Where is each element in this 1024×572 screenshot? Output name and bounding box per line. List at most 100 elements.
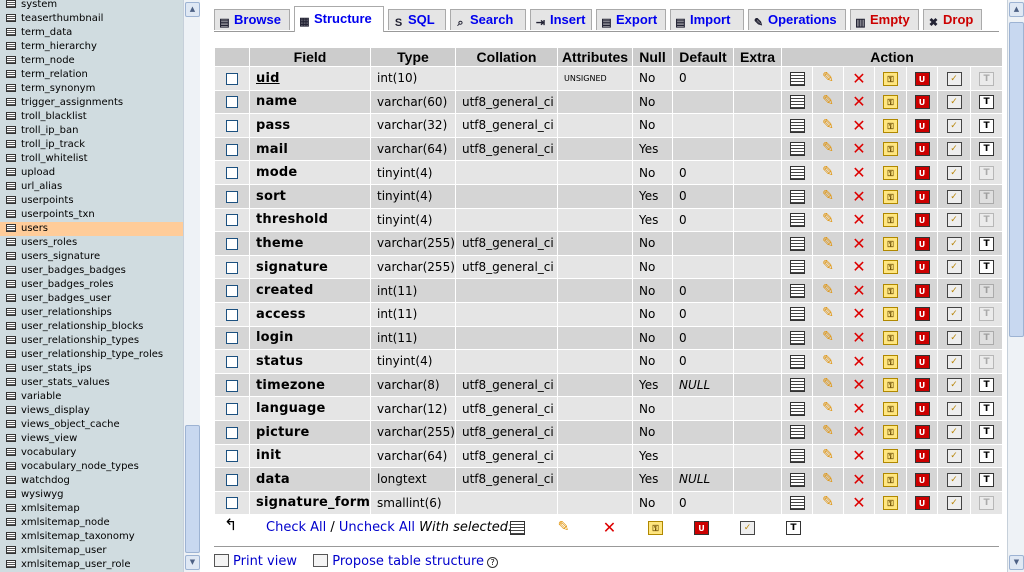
sidebar-item-label[interactable]: xmlsitemap_node xyxy=(21,517,110,528)
sidebar-item-label[interactable]: term_relation xyxy=(21,69,88,80)
field-name-cell[interactable]: sort xyxy=(250,184,370,208)
bulk-index-icon[interactable]: ✓ xyxy=(740,520,755,535)
table-icon[interactable] xyxy=(6,336,16,344)
sidebar-item-label[interactable]: user_stats_ips xyxy=(21,363,92,374)
index-icon[interactable]: ✓ xyxy=(946,95,962,110)
sidebar-item-label[interactable]: troll_ip_ban xyxy=(21,125,78,136)
field-name-cell[interactable]: mode xyxy=(250,161,370,184)
unique-icon[interactable]: U xyxy=(914,378,930,393)
sidebar-item-user_stats_ips[interactable]: user_stats_ips xyxy=(0,362,183,376)
browse-icon[interactable] xyxy=(789,189,805,204)
sidebar-item-label[interactable]: user_relationship_blocks xyxy=(21,321,143,332)
drop-icon[interactable]: ✕ xyxy=(852,377,867,393)
index-icon[interactable]: ✓ xyxy=(946,354,962,369)
index-icon[interactable]: ✓ xyxy=(946,307,962,322)
index-icon[interactable]: ✓ xyxy=(946,189,962,204)
help-icon[interactable]: ? xyxy=(487,557,499,568)
sidebar-item-troll_blacklist[interactable]: troll_blacklist xyxy=(0,110,183,124)
sidebar-item-users_signature[interactable]: users_signature xyxy=(0,250,183,264)
edit-icon[interactable]: ✎ xyxy=(821,401,836,416)
field-name-cell[interactable]: login xyxy=(250,326,370,350)
drop-icon[interactable]: ✕ xyxy=(852,330,867,346)
fulltext-icon[interactable]: T xyxy=(979,142,995,157)
primary-key-icon[interactable]: ⚿ xyxy=(883,283,898,298)
browse-icon[interactable] xyxy=(789,331,805,346)
primary-key-icon[interactable]: ⚿ xyxy=(883,236,898,251)
scroll-down-button[interactable]: ▼ xyxy=(185,555,200,570)
index-icon[interactable]: ✓ xyxy=(946,378,962,393)
sidebar-item-xmlsitemap_user_role[interactable]: xmlsitemap_user_role xyxy=(0,558,183,572)
sidebar-item-label[interactable]: term_synonym xyxy=(21,83,95,94)
unique-icon[interactable]: U xyxy=(914,449,930,464)
table-icon[interactable] xyxy=(6,168,16,176)
field-name-cell[interactable]: uid xyxy=(250,67,370,90)
table-icon[interactable] xyxy=(6,560,16,568)
scroll-up-button[interactable]: ▲ xyxy=(185,2,200,17)
fulltext-icon[interactable]: T xyxy=(979,260,995,275)
sidebar-item-teaserthumbnail[interactable]: teaserthumbnail xyxy=(0,12,183,26)
table-icon[interactable] xyxy=(6,448,16,456)
drop-icon[interactable]: ✕ xyxy=(852,259,867,275)
drop-icon[interactable]: ✕ xyxy=(852,471,867,487)
fulltext-icon[interactable]: T xyxy=(979,378,995,393)
edit-icon[interactable]: ✎ xyxy=(821,141,836,156)
sidebar-item-label[interactable]: xmlsitemap_user_role xyxy=(21,559,130,570)
unique-icon[interactable]: U xyxy=(914,283,930,298)
drop-icon[interactable]: ✕ xyxy=(852,353,867,369)
primary-key-icon[interactable]: ⚿ xyxy=(883,213,898,228)
drop-icon[interactable]: ✕ xyxy=(852,141,867,157)
row-checkbox[interactable] xyxy=(226,261,238,274)
browse-icon[interactable] xyxy=(789,425,805,440)
row-checkbox[interactable] xyxy=(226,167,238,180)
unique-icon[interactable]: U xyxy=(914,71,930,86)
field-name-cell[interactable]: pass xyxy=(250,114,370,137)
sidebar-item-label[interactable]: upload xyxy=(21,167,55,178)
table-icon[interactable] xyxy=(6,434,16,442)
field-name-cell[interactable]: status xyxy=(250,350,370,373)
table-icon[interactable] xyxy=(6,532,16,540)
index-icon[interactable]: ✓ xyxy=(946,165,962,180)
sidebar-item-term_hierarchy[interactable]: term_hierarchy xyxy=(0,40,183,54)
sidebar-item-label[interactable]: user_relationship_types xyxy=(21,335,139,346)
sidebar-item-troll_whitelist[interactable]: troll_whitelist xyxy=(0,152,183,166)
sidebar-item-label[interactable]: wysiwyg xyxy=(21,489,64,500)
table-icon[interactable] xyxy=(6,238,16,246)
edit-icon[interactable]: ✎ xyxy=(821,448,836,463)
primary-key-icon[interactable]: ⚿ xyxy=(883,354,898,369)
drop-icon[interactable]: ✕ xyxy=(852,212,867,228)
drop-icon[interactable]: ✕ xyxy=(852,424,867,440)
bulk-primary-key-icon[interactable]: ⚿ xyxy=(648,520,663,535)
primary-key-icon[interactable]: ⚿ xyxy=(883,378,898,393)
sidebar-item-label[interactable]: user_badges_user xyxy=(21,293,111,304)
sidebar-item-variable[interactable]: variable xyxy=(0,390,183,404)
row-checkbox[interactable] xyxy=(226,96,238,109)
index-icon[interactable]: ✓ xyxy=(946,472,962,487)
sidebar-item-views_view[interactable]: views_view xyxy=(0,432,183,446)
table-icon[interactable] xyxy=(6,406,16,414)
sidebar-item-user_badges_roles[interactable]: user_badges_roles xyxy=(0,278,183,292)
main-scroll-thumb[interactable] xyxy=(1009,22,1024,337)
sidebar-item-label[interactable]: user_badges_badges xyxy=(21,265,126,276)
main-scroll-down-button[interactable]: ▼ xyxy=(1009,555,1024,570)
sidebar-item-label[interactable]: user_stats_values xyxy=(21,377,110,388)
sidebar-item-label[interactable]: watchdog xyxy=(21,475,70,486)
edit-icon[interactable]: ✎ xyxy=(821,330,836,345)
sidebar-item-term_synonym[interactable]: term_synonym xyxy=(0,82,183,96)
field-name-cell[interactable]: created xyxy=(250,279,370,302)
unique-icon[interactable]: U xyxy=(914,472,930,487)
browse-icon[interactable] xyxy=(789,354,805,369)
unique-icon[interactable]: U xyxy=(914,189,930,204)
table-icon[interactable] xyxy=(6,378,16,386)
tab-empty[interactable]: ▥ Empty xyxy=(850,9,919,30)
sidebar-item-xmlsitemap_node[interactable]: xmlsitemap_node xyxy=(0,516,183,530)
sidebar-item-label[interactable]: term_hierarchy xyxy=(21,41,97,52)
print-view-link[interactable]: Print view xyxy=(233,554,297,569)
browse-icon[interactable] xyxy=(789,95,805,110)
sidebar-item-term_relation[interactable]: term_relation xyxy=(0,68,183,82)
main-scroll-up-button[interactable]: ▲ xyxy=(1009,2,1024,17)
edit-icon[interactable]: ✎ xyxy=(821,118,836,133)
unique-icon[interactable]: U xyxy=(914,401,930,416)
fulltext-icon[interactable]: T xyxy=(979,236,995,251)
index-icon[interactable]: ✓ xyxy=(946,425,962,440)
edit-icon[interactable]: ✎ xyxy=(821,495,836,510)
